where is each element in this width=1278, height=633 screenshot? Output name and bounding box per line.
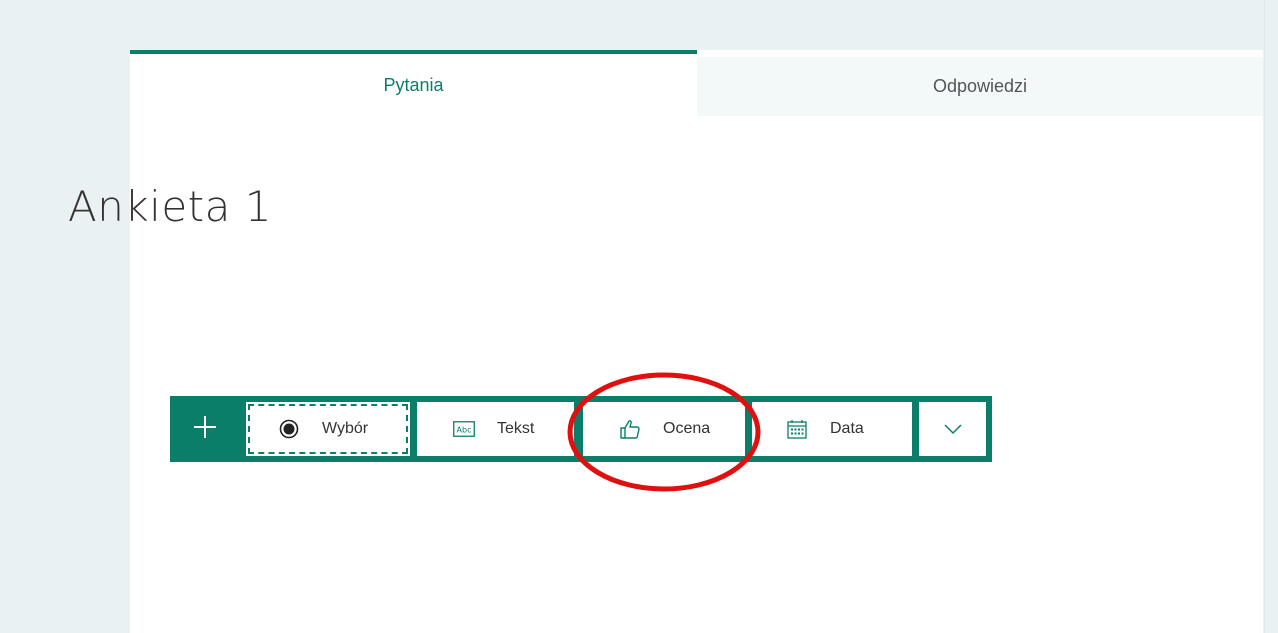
form-card: Pytania Odpowiedzi xyxy=(130,50,1263,633)
add-question-button[interactable] xyxy=(170,396,240,462)
more-question-types-button[interactable] xyxy=(919,402,986,456)
radio-icon xyxy=(278,418,300,440)
add-question-toolbar: Wybór Abc Tekst Ocena Data xyxy=(170,396,992,462)
choice-question-label: Wybór xyxy=(322,420,369,437)
thumbs-up-icon xyxy=(619,418,641,440)
form-title[interactable]: Ankieta 1 xyxy=(68,182,272,231)
text-question-label: Tekst xyxy=(497,420,535,437)
tab-questions[interactable]: Pytania xyxy=(130,50,697,116)
choice-question-button[interactable]: Wybór xyxy=(246,402,410,456)
date-question-label: Data xyxy=(830,420,864,437)
svg-text:Abc: Abc xyxy=(457,426,472,435)
calendar-icon xyxy=(786,418,808,440)
scrollbar-track[interactable] xyxy=(1264,0,1278,633)
date-question-button[interactable]: Data xyxy=(752,402,912,456)
text-question-button[interactable]: Abc Tekst xyxy=(417,402,574,456)
abc-text-icon: Abc xyxy=(453,418,475,440)
chevron-down-icon xyxy=(942,418,964,440)
rating-question-button[interactable]: Ocena xyxy=(583,402,745,456)
tab-questions-label: Pytania xyxy=(383,74,444,95)
tab-responses[interactable]: Odpowiedzi xyxy=(697,57,1263,116)
tab-responses-label: Odpowiedzi xyxy=(932,76,1028,96)
plus-icon xyxy=(192,414,218,445)
rating-question-label: Ocena xyxy=(663,420,711,437)
